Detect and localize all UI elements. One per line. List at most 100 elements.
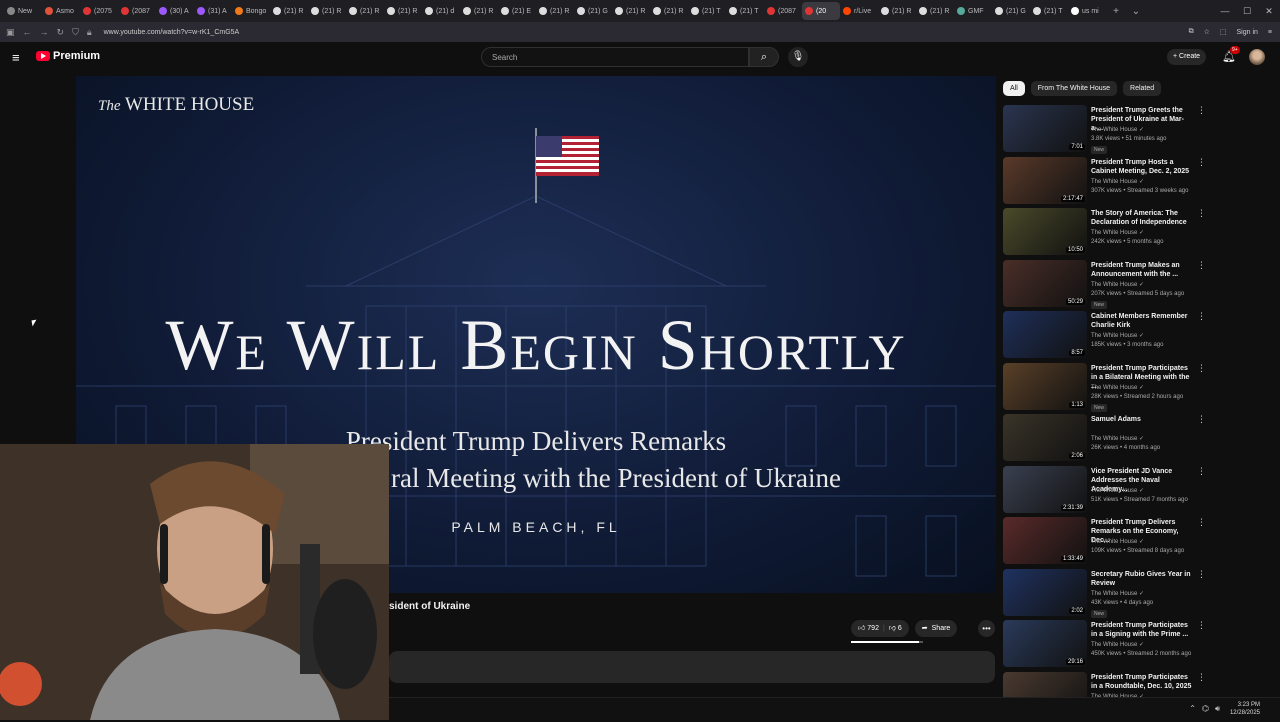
chip-all[interactable]: All xyxy=(1003,81,1025,96)
browser-tab[interactable]: (21) d xyxy=(422,2,460,20)
list-item[interactable]: 2:17:47 President Trump Hosts a Cabinet M… xyxy=(1003,156,1208,207)
youtube-logo[interactable]: Premium xyxy=(36,50,100,62)
avatar[interactable] xyxy=(1249,49,1265,65)
list-item[interactable]: 2:31:39 Vice President JD Vance Addresses… xyxy=(1003,465,1208,516)
chip-related[interactable]: Related xyxy=(1123,81,1162,96)
channel-name[interactable]: The White House ✓ xyxy=(1091,229,1144,236)
browser-tab[interactable]: (21) E xyxy=(498,2,536,20)
channel-name[interactable]: The White House ✓ xyxy=(1091,487,1144,494)
browser-tab[interactable]: (31) A xyxy=(194,2,232,20)
browser-tab[interactable]: (21) R xyxy=(308,2,346,20)
picture-in-picture-icon[interactable]: ⧉ xyxy=(1189,28,1194,36)
browser-tab[interactable]: (2087 xyxy=(764,2,802,20)
video-title[interactable]: The Story of America: The Declaration of… xyxy=(1091,209,1196,227)
share-button[interactable]: ➦ Share xyxy=(914,620,958,637)
browser-tab[interactable]: (21) R xyxy=(346,2,384,20)
browser-tab[interactable]: (21) T xyxy=(726,2,764,20)
list-item[interactable]: 1:13 President Trump Participates in a Bi… xyxy=(1003,362,1208,413)
video-thumbnail[interactable]: 1:33:49 xyxy=(1003,517,1087,564)
browser-tab[interactable]: us mi xyxy=(1068,2,1106,20)
video-thumbnail[interactable]: 1:13 xyxy=(1003,362,1087,410)
browser-tab[interactable]: (21) R xyxy=(612,2,650,20)
more-options-icon[interactable]: ⋮ xyxy=(1197,414,1206,425)
microphone-icon[interactable]: 🎙︎ xyxy=(788,47,808,67)
lock-icon[interactable]: 🔒︎ xyxy=(87,27,92,38)
browser-tab[interactable]: (21) R xyxy=(384,2,422,20)
channel-name[interactable]: The White House ✓ xyxy=(1091,384,1144,391)
video-title[interactable]: President Trump Hosts a Cabinet Meeting,… xyxy=(1091,158,1196,176)
video-thumbnail[interactable]: 2:06 xyxy=(1003,414,1087,461)
list-item[interactable]: 10:50 The Story of America: The Declarati… xyxy=(1003,208,1208,258)
browser-tab[interactable]: (21) T xyxy=(1030,2,1068,20)
minimize-button[interactable]: — xyxy=(1214,0,1236,22)
more-options-icon[interactable]: ⋮ xyxy=(1197,466,1206,477)
browser-tab[interactable]: (21) R xyxy=(916,2,954,20)
more-options-icon[interactable]: ⋮ xyxy=(1197,363,1206,374)
list-item[interactable]: 50:29 President Trump Makes an Announceme… xyxy=(1003,259,1208,310)
video-title[interactable]: President Trump Participates in a Roundt… xyxy=(1091,673,1196,691)
browser-tab[interactable]: (2075 xyxy=(80,2,118,20)
browser-tab[interactable]: (21) R xyxy=(536,2,574,20)
browser-tab[interactable]: r/Live xyxy=(840,2,878,20)
url-field[interactable]: www.youtube.com/watch?v=w-rK1_CmG5A xyxy=(104,29,240,36)
volume-icon[interactable]: 🔊︎ xyxy=(1215,704,1220,714)
forward-button[interactable]: → xyxy=(40,27,49,37)
create-button[interactable]: + Create xyxy=(1167,49,1207,65)
browser-tab[interactable]: GMF xyxy=(954,2,992,20)
description-box[interactable] xyxy=(389,651,995,683)
video-thumbnail[interactable]: 29:16 xyxy=(1003,620,1087,667)
channel-name[interactable]: The White House ✓ xyxy=(1091,435,1144,442)
video-title[interactable]: Cabinet Members Remember Charlie Kirk xyxy=(1091,312,1196,330)
video-thumbnail[interactable]: 8:57 xyxy=(1003,311,1087,358)
chip-from-the-white-house[interactable]: From The White House xyxy=(1030,81,1118,96)
channel-name[interactable]: The White House ✓ xyxy=(1091,281,1144,288)
video-title[interactable]: President Trump Makes an Announcement wi… xyxy=(1091,261,1196,279)
browser-tab[interactable]: (21) R xyxy=(650,2,688,20)
taskbar-clock[interactable]: 3:23 PM 12/28/2025 xyxy=(1230,701,1260,717)
search-icon[interactable]: ⌕ xyxy=(749,47,779,67)
hamburger-menu-icon[interactable]: ≡ xyxy=(12,50,20,65)
more-options-icon[interactable]: ⋮ xyxy=(1197,260,1206,271)
sidebar-toggle-icon[interactable]: ▣ xyxy=(6,27,15,38)
browser-tab[interactable]: Asmo xyxy=(42,2,80,20)
more-options-icon[interactable]: ⋮ xyxy=(1197,672,1206,683)
video-thumbnail[interactable]: 7:01 xyxy=(1003,105,1087,152)
close-window-button[interactable]: ✕ xyxy=(1258,0,1280,22)
more-options-icon[interactable]: ⋮ xyxy=(1197,157,1206,168)
channel-name[interactable]: The White House ✓ xyxy=(1091,590,1144,597)
video-thumbnail[interactable]: 10:50 xyxy=(1003,208,1087,255)
video-title[interactable]: President Trump Participates in a Signin… xyxy=(1091,621,1196,639)
browser-tab[interactable]: (21) G xyxy=(992,2,1030,20)
more-actions-icon[interactable]: ••• xyxy=(978,620,995,637)
channel-name[interactable]: The White House ✓ xyxy=(1091,178,1144,185)
more-options-icon[interactable]: ⋮ xyxy=(1197,620,1206,631)
more-options-icon[interactable]: ⋮ xyxy=(1197,517,1206,528)
video-thumbnail[interactable]: 2:31:39 xyxy=(1003,465,1087,513)
browser-tab[interactable]: (2087 xyxy=(118,2,156,20)
list-item[interactable]: 1:33:49 President Trump Delivers Remarks … xyxy=(1003,517,1208,567)
search-input[interactable]: Search xyxy=(481,47,749,67)
app-menu-icon[interactable]: ≡ xyxy=(1268,29,1272,36)
browser-tab[interactable]: Bongo xyxy=(232,2,270,20)
tab-list-dropdown-icon[interactable]: ⌄ xyxy=(1126,6,1146,17)
list-item[interactable]: 7:01 President Trump Greets the President… xyxy=(1003,105,1208,155)
browser-tab[interactable]: (30) A xyxy=(156,2,194,20)
channel-name[interactable]: The White House ✓ xyxy=(1091,538,1144,545)
extensions-icon[interactable]: ⬚ xyxy=(1220,28,1227,36)
browser-tab[interactable]: (21) T xyxy=(688,2,726,20)
browser-tab[interactable]: New xyxy=(4,2,42,20)
back-button[interactable]: ← xyxy=(23,27,32,37)
browser-tab[interactable]: (21) R xyxy=(460,2,498,20)
list-item[interactable]: 8:57 Cabinet Members Remember Charlie Kir… xyxy=(1003,311,1208,361)
sign-in-button[interactable]: Sign in xyxy=(1237,29,1258,36)
channel-name[interactable]: The White House ✓ xyxy=(1091,332,1144,339)
video-thumbnail[interactable]: 50:29 xyxy=(1003,259,1087,307)
shield-icon[interactable]: ⛉ xyxy=(72,27,79,38)
list-item[interactable]: 29:16 President Trump Participates in a S… xyxy=(1003,620,1208,670)
reload-button[interactable]: ↻ xyxy=(57,27,65,38)
chevron-up-icon[interactable]: ⌃ xyxy=(1189,704,1196,714)
video-title[interactable]: Secretary Rubio Gives Year in Review xyxy=(1091,570,1196,588)
video-title[interactable]: Samuel Adams xyxy=(1091,415,1196,424)
video-thumbnail[interactable]: 2:17:47 xyxy=(1003,156,1087,204)
video-thumbnail[interactable]: 2:02 xyxy=(1003,568,1087,616)
